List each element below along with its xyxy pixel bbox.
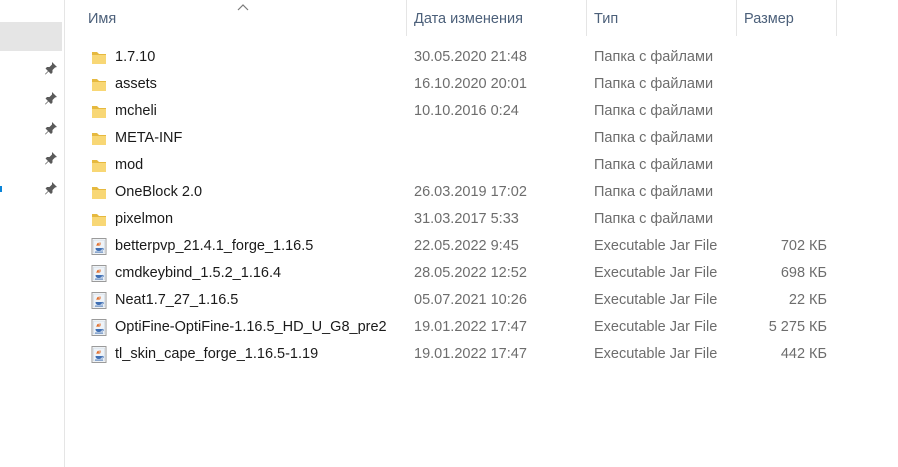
file-date-modified: 28.05.2022 12:52: [414, 265, 527, 281]
folder-row[interactable]: OneBlock 2.0 26.03.2019 17:02 Папка с файл…: [64, 179, 898, 206]
folder-row[interactable]: assets 16.10.2020 20:01 Папка с файлами: [64, 71, 898, 98]
folder-icon: [89, 102, 109, 121]
file-type: Папка с файлами: [594, 103, 714, 119]
file-size: [744, 44, 827, 71]
file-list: 1.7.10 30.05.2020 21:48 Папка с файлами ass…: [64, 44, 898, 368]
file-size: [744, 152, 827, 179]
file-name: META-INF: [115, 130, 183, 146]
folder-icon: [89, 183, 109, 202]
file-row[interactable]: cmdkeybind_1.5.2_1.16.4 28.05.2022 12:52 E…: [64, 260, 898, 287]
folder-row[interactable]: 1.7.10 30.05.2020 21:48 Папка с файлами: [64, 44, 898, 71]
folder-icon: [89, 129, 109, 148]
file-name: OneBlock 2.0: [115, 184, 203, 200]
file-name: Neat1.7_27_1.16.5: [115, 292, 239, 308]
file-name: mod: [115, 157, 144, 173]
file-name: pixelmon: [115, 211, 174, 227]
file-date-modified: 10.10.2016 0:24: [414, 103, 519, 119]
file-name: cmdkeybind_1.5.2_1.16.4: [115, 265, 282, 281]
file-type: Executable Jar File: [594, 265, 718, 281]
file-size: 5 275 КБ: [768, 319, 827, 335]
column-header-bar: Имя Дата изменения Тип Размер: [64, 0, 898, 38]
file-type: Executable Jar File: [594, 292, 718, 308]
file-type: Папка с файлами: [594, 76, 714, 92]
pin-icon[interactable]: [43, 150, 59, 166]
file-size: [744, 98, 827, 125]
file-size: [744, 206, 827, 233]
folder-icon: [89, 48, 109, 67]
file-type: Папка с файлами: [594, 157, 714, 173]
column-divider[interactable]: [406, 0, 407, 36]
pin-icon[interactable]: [43, 60, 59, 76]
folder-row[interactable]: mcheli 10.10.2016 0:24 Папка с файлами: [64, 98, 898, 125]
file-row[interactable]: Neat1.7_27_1.16.5 05.07.2021 10:26 Executa…: [64, 287, 898, 314]
java-jar-file-icon: [89, 264, 109, 283]
file-row[interactable]: betterpvp_21.4.1_forge_1.16.5 22.05.2022 …: [64, 233, 898, 260]
file-size: 702 КБ: [780, 238, 827, 254]
file-date-modified: 30.05.2020 21:48: [414, 49, 527, 65]
file-row[interactable]: OptiFine-OptiFine-1.16.5_HD_U_G8_pre2 19.…: [64, 314, 898, 341]
file-type: Папка с файлами: [594, 184, 714, 200]
column-divider[interactable]: [736, 0, 737, 36]
file-type: Папка с файлами: [594, 49, 714, 65]
folder-icon: [89, 210, 109, 229]
folder-row[interactable]: META-INF Папка с файлами: [64, 125, 898, 152]
file-type: Папка с файлами: [594, 211, 714, 227]
file-date-modified: [414, 152, 584, 179]
java-jar-file-icon: [89, 345, 109, 364]
pin-icon[interactable]: [43, 180, 59, 196]
file-date-modified: 31.03.2017 5:33: [414, 211, 519, 227]
file-name: assets: [115, 76, 157, 92]
file-size: [744, 125, 827, 152]
file-size: 442 КБ: [780, 346, 827, 362]
java-jar-file-icon: [89, 237, 109, 256]
column-header-date[interactable]: Дата изменения: [408, 0, 586, 38]
file-date-modified: 19.01.2022 17:47: [414, 319, 527, 335]
file-type: Executable Jar File: [594, 238, 718, 254]
folder-icon: [89, 75, 109, 94]
file-type: Executable Jar File: [594, 346, 718, 362]
file-size: 22 КБ: [788, 292, 827, 308]
file-name: OptiFine-OptiFine-1.16.5_HD_U_G8_pre2: [115, 319, 387, 335]
folder-icon: [89, 156, 109, 175]
column-divider[interactable]: [836, 0, 837, 36]
pin-icon[interactable]: [43, 90, 59, 106]
file-row[interactable]: tl_skin_cape_forge_1.16.5-1.19 19.01.2022…: [64, 341, 898, 368]
java-jar-file-icon: [89, 318, 109, 337]
file-type: Executable Jar File: [594, 319, 718, 335]
file-date-modified: 26.03.2019 17:02: [414, 184, 527, 200]
file-size: [744, 71, 827, 98]
file-date-modified: 05.07.2021 10:26: [414, 292, 527, 308]
file-size: 698 КБ: [780, 265, 827, 281]
column-header-name[interactable]: Имя: [82, 0, 408, 38]
file-date-modified: [414, 125, 584, 152]
file-name: betterpvp_21.4.1_forge_1.16.5: [115, 238, 314, 254]
nav-selected-item[interactable]: [0, 22, 62, 51]
file-explorer: Имя Дата изменения Тип Размер 1.7.10 30.0…: [0, 0, 898, 467]
navigation-pane[interactable]: [0, 0, 65, 467]
file-size: [744, 179, 827, 206]
folder-row[interactable]: pixelmon 31.03.2017 5:33 Папка с файлами: [64, 206, 898, 233]
file-date-modified: 19.01.2022 17:47: [414, 346, 527, 362]
file-type: Папка с файлами: [594, 130, 714, 146]
file-date-modified: 22.05.2022 9:45: [414, 238, 519, 254]
file-name: tl_skin_cape_forge_1.16.5-1.19: [115, 346, 319, 362]
pin-icon[interactable]: [43, 120, 59, 136]
column-header-size[interactable]: Размер: [738, 0, 836, 38]
column-header-type[interactable]: Тип: [588, 0, 736, 38]
folder-row[interactable]: mod Папка с файлами: [64, 152, 898, 179]
column-divider[interactable]: [586, 0, 587, 36]
file-date-modified: 16.10.2020 20:01: [414, 76, 527, 92]
file-name: 1.7.10: [115, 49, 156, 65]
file-name: mcheli: [115, 103, 157, 119]
nav-accent-marker: [0, 186, 2, 192]
java-jar-file-icon: [89, 291, 109, 310]
